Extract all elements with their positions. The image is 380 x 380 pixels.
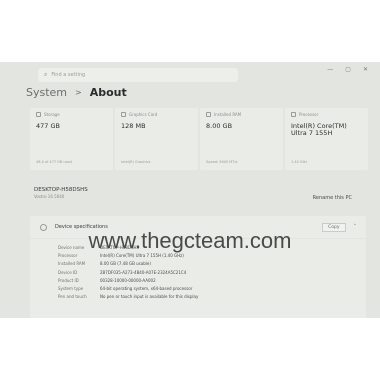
breadcrumb-system[interactable]: System (26, 86, 67, 99)
ram-icon (206, 112, 211, 117)
spec-key: Pen and touch (58, 294, 87, 300)
maximize-icon[interactable]: ▢ (345, 66, 351, 73)
graphics-card[interactable]: Graphics Card 128 MB Intel(R) Graphics (115, 108, 198, 170)
watermark-text: www.thegcteam.com (88, 228, 292, 253)
close-icon[interactable]: ✕ (363, 66, 368, 73)
search-box[interactable]: ⌕ Find a setting (38, 68, 238, 82)
ram-card[interactable]: Installed RAM 8.00 GB Speed: 5600 MT/s (200, 108, 283, 170)
spec-row: Device ID 2B7DF035-A273-4B40-A07E-2324A5C… (58, 268, 366, 276)
card-label: Storage (44, 112, 60, 117)
spec-row: Product ID 00328-10000-00000-AA002 (58, 276, 366, 284)
card-value: 477 GB (36, 122, 60, 130)
card-sub: 1.40 GHz (291, 160, 308, 164)
search-placeholder: Find a setting (51, 72, 86, 78)
spec-value: 64-bit operating system, x64-based proce… (100, 286, 193, 292)
spec-value: No pen or touch input is available for t… (100, 294, 199, 300)
processor-icon (291, 112, 296, 117)
page-title: About (89, 86, 127, 99)
minimize-icon[interactable]: — (327, 66, 333, 73)
rename-pc-button[interactable]: Rename this PC (313, 195, 352, 201)
spec-key: System type (58, 286, 84, 292)
graphics-icon (121, 112, 126, 117)
card-value: Intel(R) Core(TM) Ultra 7 155H (291, 122, 347, 137)
spec-row: System type 64-bit operating system, x64-… (58, 284, 366, 292)
spec-key: Device ID (58, 269, 78, 275)
device-model: Vostro 16 5640 (34, 194, 65, 199)
device-name: DESKTOP-H58DSHS (34, 187, 88, 193)
spec-value: 2B7DF035-A273-4B40-A07E-2324A5C21C4 (100, 269, 187, 275)
card-value: 128 MB (121, 122, 146, 130)
spec-value: 8.00 GB (7.48 GB usable) (100, 261, 151, 267)
spec-row: Pen and touch No pen or touch input is av… (58, 293, 366, 301)
spec-key: Installed RAM (58, 261, 86, 267)
card-label: Graphics Card (129, 112, 158, 117)
card-sub: 48.0 of 477 GB used (36, 160, 72, 164)
settings-window: ⌕ Find a setting — ▢ ✕ System > About St… (0, 62, 380, 318)
spec-cards: Storage 477 GB 48.0 of 477 GB used Graph… (30, 108, 368, 170)
storage-icon (36, 112, 41, 117)
card-value: 8.00 GB (206, 122, 233, 130)
spec-row: Installed RAM 8.00 GB (7.48 GB usable) (58, 260, 366, 268)
device-info: DESKTOP-H58DSHS Vostro 16 5640 (34, 187, 88, 199)
storage-card[interactable]: Storage 477 GB 48.0 of 477 GB used (30, 108, 113, 170)
spec-key: Product ID (58, 277, 79, 283)
spec-value: 00328-10000-00000-AA002 (100, 277, 156, 283)
card-label: Installed RAM (214, 112, 242, 117)
breadcrumb: System > About (26, 86, 127, 99)
card-label: Processor (299, 112, 319, 117)
card-sub: Intel(R) Graphics (121, 160, 151, 164)
window-controls: — ▢ ✕ (327, 66, 368, 73)
processor-card[interactable]: Processor Intel(R) Core(TM) Ultra 7 155H… (285, 108, 368, 170)
chevron-right-icon: > (75, 88, 82, 97)
card-sub: Speed: 5600 MT/s (206, 160, 238, 164)
search-icon: ⌕ (44, 71, 48, 78)
